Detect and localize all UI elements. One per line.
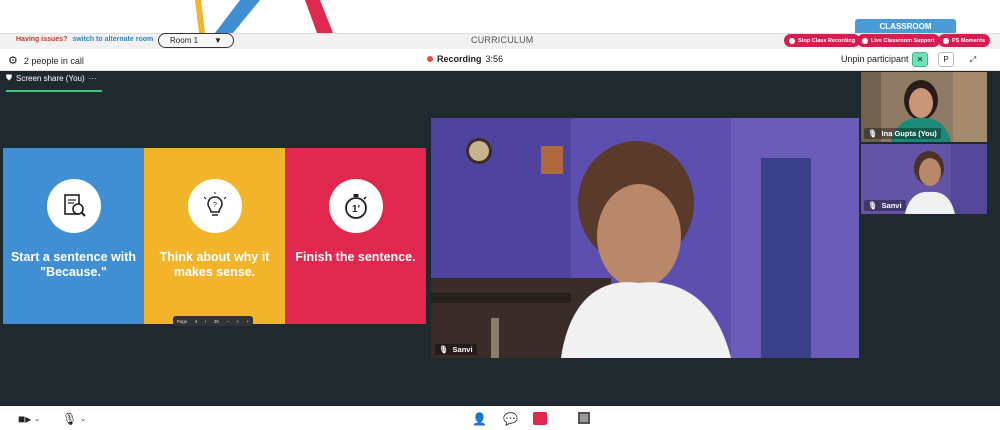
bottom-control-bar [0, 406, 1000, 430]
room-select[interactable]: Room 1 ▼ [158, 33, 234, 48]
microphone-icon: 🎙 [868, 201, 878, 210]
person-icon: 👤 [472, 412, 487, 426]
participant-thumb-student[interactable]: 🎙 Sanvi [861, 144, 987, 214]
shield-icon: ⛊ [6, 73, 12, 82]
participant-thumb-teacher[interactable]: 🎙 Ina Gupta (You) [861, 72, 987, 142]
microphone-icon: 🎙 [868, 129, 878, 138]
participant-name: Ina Gupta (You) [881, 129, 937, 138]
expand-icon: ⤢ [969, 54, 977, 64]
screen-share-label: Screen share (You) [16, 73, 85, 83]
chat-icon: 💬 [503, 412, 518, 426]
camera-toggle[interactable]: ■▸ ⌄ [18, 412, 40, 426]
unpin-label: Unpin participant [841, 54, 909, 64]
stopwatch-text: 1' [352, 204, 360, 215]
brand-logo [195, 0, 333, 33]
stop-recording-button[interactable]: Stop Class Recording [784, 34, 861, 47]
participant-name-tag: 🎙 Sanvi [864, 200, 906, 211]
zoom-out-icon[interactable]: − [226, 319, 229, 324]
classroom-tab[interactable]: CLASSROOM [855, 19, 956, 33]
slide-controls[interactable]: Page 4 / 38 − ⌕ + [173, 316, 253, 326]
panel-text: Think about why it makes sense. [159, 250, 270, 279]
room-select-value: Room 1 [170, 36, 199, 45]
slide-panel-think: ? Think about why it makes sense. [144, 148, 285, 324]
whiteboard-button[interactable] [578, 412, 590, 424]
live-support-label: Live Classroom Support [871, 37, 935, 44]
close-icon: ✕ [916, 55, 924, 64]
participant-name-tag: 🎙 Sanvi [435, 344, 477, 355]
svg-text:?: ? [213, 202, 217, 209]
camera-icon: ■▸ [18, 412, 32, 426]
microphone-icon: 🎙 [439, 345, 449, 354]
issues-notice: Having issues? switch to alternate room [16, 36, 153, 43]
participants-button[interactable]: 👤 [472, 412, 487, 426]
top-header: CLASSROOM [0, 0, 1000, 33]
recording-label: Recording [437, 54, 482, 64]
unpin-button[interactable]: ✕ [912, 52, 928, 67]
chevron-down-icon: ▼ [214, 36, 222, 45]
page-total: 38 [213, 318, 219, 324]
page-separator: / [204, 318, 207, 324]
document-magnifier-icon [46, 179, 101, 233]
recording-dot-icon [427, 56, 433, 62]
panel-text: Finish the sentence. [295, 250, 416, 264]
curriculum-tab[interactable]: CURRICULUM [471, 35, 534, 45]
moments-icon [943, 37, 949, 44]
page-number[interactable]: 4 [195, 319, 198, 324]
screen-share-tab[interactable]: ⛊ Screen share (You) ··· [6, 73, 97, 83]
support-icon [862, 37, 868, 44]
more-icon[interactable]: ··· [89, 74, 97, 83]
shared-slide: Start a sentence with "Because." ? Think… [3, 148, 426, 324]
stop-share-button[interactable] [533, 412, 547, 425]
video-frame [431, 118, 859, 358]
slide-panel-finish: 1' Finish the sentence. [285, 148, 426, 324]
recording-status: Recording 3:56 [427, 54, 503, 64]
people-count: 2 people in call [23, 55, 84, 66]
chat-button[interactable]: 💬 [503, 412, 518, 426]
participant-name: Sanvi [452, 345, 473, 354]
tab-underline [6, 90, 102, 92]
chevron-down-icon[interactable]: ⌄ [34, 415, 40, 423]
participant-name: Sanvi [881, 201, 902, 210]
people-indicator: ⚙ 2 people in call [8, 54, 84, 67]
recording-time: 3:56 [485, 54, 504, 64]
pin-participant-button[interactable]: P [938, 52, 954, 67]
page-label: Page [176, 318, 188, 324]
issues-text: Having issues? [16, 36, 68, 43]
lightbulb-icon: ? [187, 179, 242, 233]
ps-moments-label: PS Moments [952, 37, 986, 44]
stop-recording-label: Stop Class Recording [798, 37, 856, 44]
mic-toggle[interactable]: 🎙 ⌄ [62, 412, 86, 426]
live-support-button[interactable]: Live Classroom Support [857, 34, 940, 47]
call-bar: ⚙ 2 people in call Recording 3:56 Unpin … [0, 49, 1000, 71]
stop-share-icon [533, 412, 547, 425]
slide-panel-because: Start a sentence with "Because." [3, 148, 144, 324]
gear-icon[interactable]: ⚙ [8, 54, 18, 67]
panel-text: Start a sentence with "Because." [10, 250, 137, 279]
switch-room-link[interactable]: switch to alternate room [72, 36, 153, 43]
square-icon [578, 412, 590, 424]
chevron-down-icon[interactable]: ⌄ [80, 415, 86, 423]
microphone-icon: 🎙 [62, 412, 78, 426]
participant-name-tag: 🎙 Ina Gupta (You) [864, 128, 941, 139]
search-icon[interactable]: ⌕ [236, 319, 239, 324]
stopwatch-icon: 1' [328, 179, 383, 233]
zoom-in-icon[interactable]: + [247, 319, 250, 324]
record-icon [789, 37, 795, 44]
ps-moments-button[interactable]: PS Moments [938, 34, 991, 47]
fullscreen-button[interactable]: ⤢ [965, 52, 981, 67]
main-participant-video[interactable]: 🎙 Sanvi [431, 118, 859, 358]
